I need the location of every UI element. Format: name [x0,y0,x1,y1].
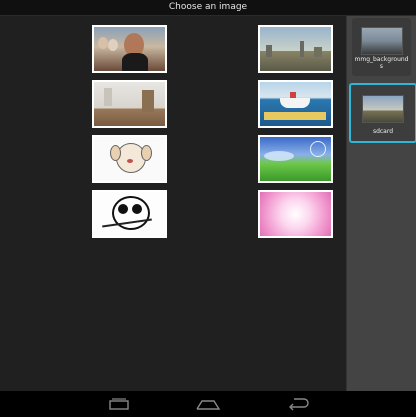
recent-apps-button[interactable] [104,395,134,413]
thumbnail-meadow[interactable] [258,135,333,183]
thumbnail-city-skyline[interactable] [258,25,333,73]
folder-thumbnail-icon [361,27,403,55]
folder-sdcard[interactable]: sdcard [349,83,416,143]
back-icon [289,398,309,411]
back-button[interactable] [284,395,314,413]
home-button[interactable] [193,395,223,413]
thumbnail-crowd[interactable] [92,25,167,73]
recent-apps-icon [109,398,129,410]
thumbnail-boats[interactable] [258,80,333,128]
folder-mmg-backgrounds[interactable]: mmg_backgrounds [352,18,411,76]
navigation-bar [0,391,416,416]
thumbnail-room[interactable] [92,80,167,128]
home-icon [196,400,221,410]
thumbnail-panda-sketch[interactable] [92,190,167,238]
thumbnail-pink-abstract[interactable] [258,190,333,238]
folder-label: mmg_backgrounds [354,56,409,70]
folder-thumbnail-icon [362,95,404,123]
thumbnail-cartoon-dog[interactable] [92,135,167,183]
folder-label: sdcard [372,128,394,135]
title-bar: Choose an image [0,0,416,16]
window-title: Choose an image [168,2,248,12]
